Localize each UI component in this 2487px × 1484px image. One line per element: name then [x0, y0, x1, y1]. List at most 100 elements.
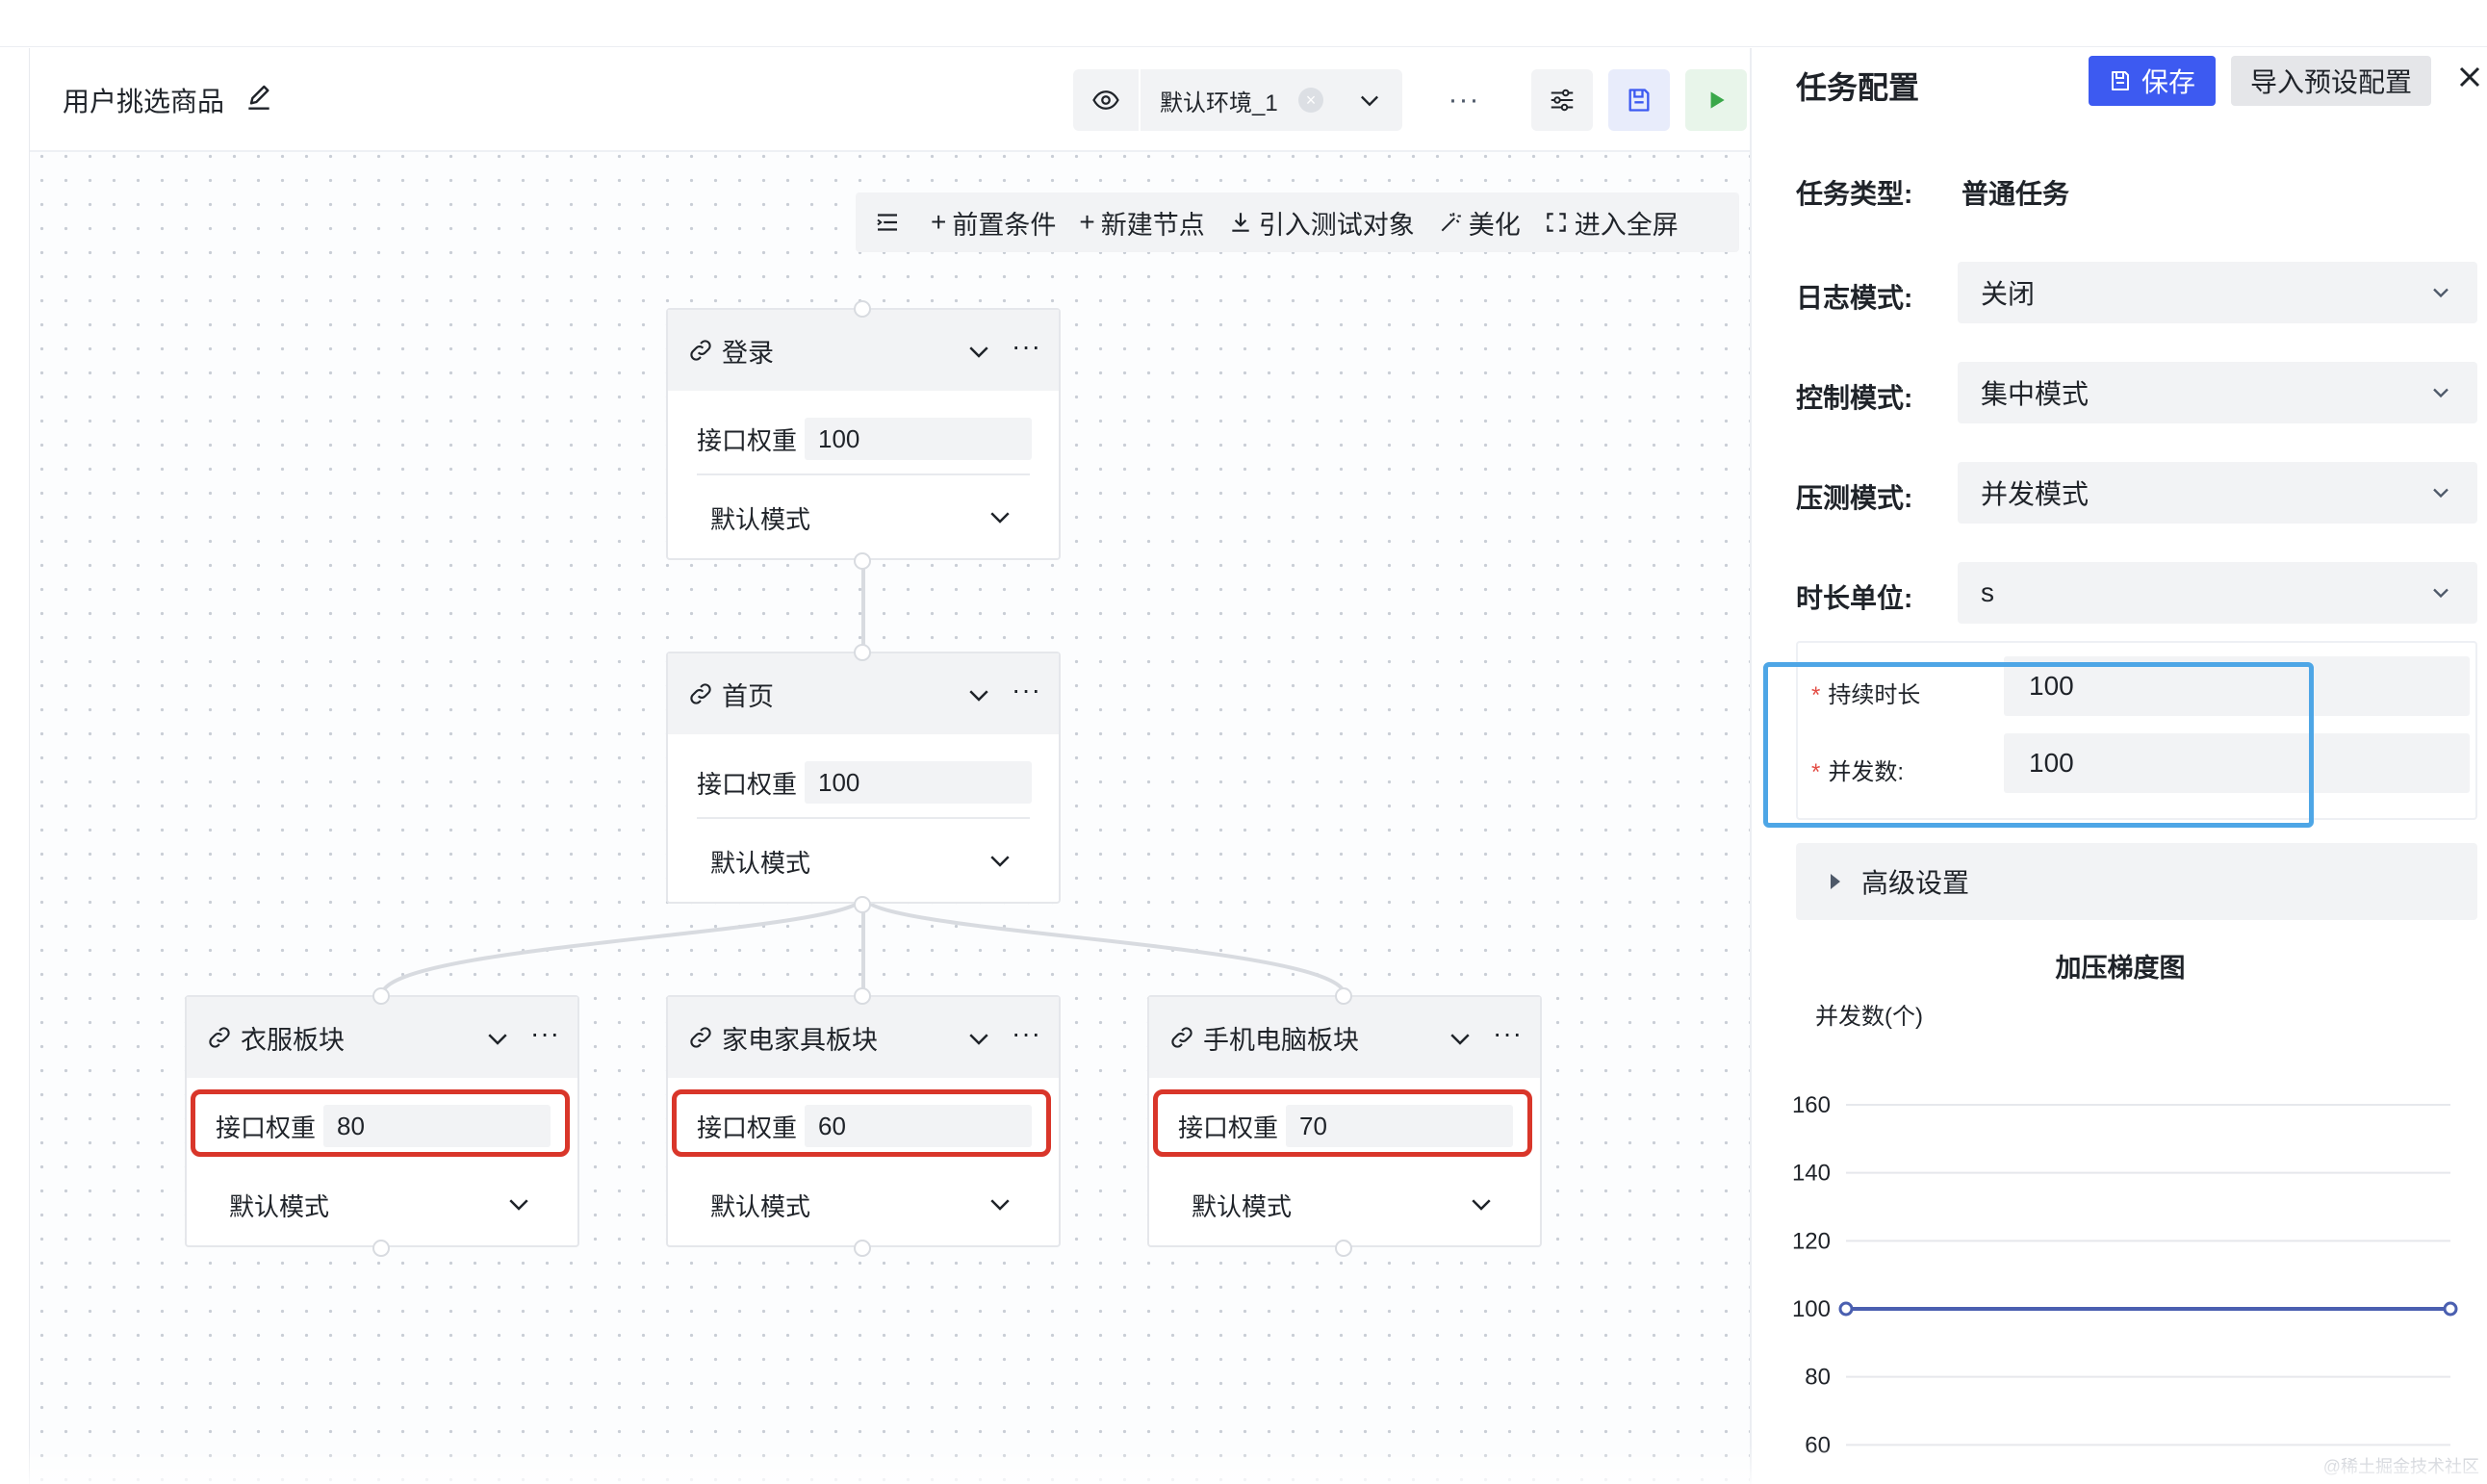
input-port[interactable]	[372, 987, 390, 1005]
chevron-down-icon[interactable]	[964, 337, 993, 366]
output-port[interactable]	[854, 896, 871, 913]
editor-header: 用户挑选商品 默认环境_1 × ···	[30, 48, 1751, 152]
y-tick-label: 80	[1805, 1365, 1831, 1391]
import-test-object-button[interactable]: 引入测试对象	[1228, 204, 1415, 242]
chevron-down-icon[interactable]	[986, 846, 1014, 875]
advanced-settings-label: 高级设置	[1861, 868, 1970, 898]
more-icon[interactable]: ···	[1012, 331, 1041, 362]
control-mode-select[interactable]: 集中模式	[1958, 362, 2477, 423]
mode-select[interactable]: 默认模式	[229, 1188, 329, 1223]
data-point[interactable]	[2443, 1301, 2458, 1317]
fullscreen-button[interactable]: 进入全屏	[1544, 204, 1679, 242]
node-header: 登录 ···	[668, 310, 1059, 391]
mode-select[interactable]: 默认模式	[710, 1188, 810, 1223]
duration-unit-select[interactable]: s	[1958, 562, 2477, 624]
y-tick-label: 160	[1792, 1092, 1831, 1118]
save-icon	[1628, 89, 1650, 112]
flow-editor-canvas[interactable]: 用户挑选商品 默认环境_1 × ··· + 前置条件 + 新建节点 引入测试对象…	[29, 48, 1751, 1484]
fullscreen-label: 进入全屏	[1574, 210, 1679, 240]
chevron-down-icon[interactable]	[1467, 1190, 1496, 1218]
chevron-down-icon[interactable]	[1446, 1024, 1474, 1053]
import-preset-button[interactable]: 导入预设配置	[2231, 56, 2431, 106]
input-port[interactable]	[854, 300, 871, 318]
advanced-settings-toggle[interactable]: 高级设置	[1796, 843, 2477, 920]
output-port[interactable]	[1335, 1240, 1352, 1257]
weight-input[interactable]: 100	[805, 761, 1033, 804]
output-port[interactable]	[854, 552, 871, 570]
params-highlight-box	[1763, 662, 2314, 828]
chevron-down-icon	[2433, 488, 2449, 499]
stress-mode-select[interactable]: 并发模式	[1958, 462, 2477, 524]
weight-input[interactable]: 100	[805, 418, 1033, 460]
environment-select[interactable]: 默认环境_1 ×	[1141, 69, 1402, 131]
input-port[interactable]	[1335, 987, 1352, 1005]
run-button[interactable]	[1685, 69, 1747, 131]
duration-unit-label: 时长单位:	[1796, 583, 1913, 613]
mode-select[interactable]: 默认模式	[710, 844, 810, 880]
chevron-down-icon[interactable]	[504, 1190, 533, 1218]
input-port[interactable]	[854, 987, 871, 1005]
beautify-label: 美化	[1468, 210, 1521, 240]
link-icon	[1171, 1027, 1192, 1048]
magic-wand-icon	[1441, 213, 1461, 232]
mode-select[interactable]: 默认模式	[710, 500, 810, 536]
flow-node-electronics[interactable]: 手机电脑板块 ··· 接口权重 70 默认模式	[1147, 987, 1542, 1257]
y-tick-label: 120	[1792, 1228, 1831, 1254]
flow-node-login[interactable]: 登录 ··· 接口权重 100 默认模式	[666, 300, 1061, 570]
chevron-down-icon[interactable]	[986, 502, 1014, 531]
link-icon	[690, 683, 711, 704]
environment-value: 默认环境_1	[1160, 90, 1278, 116]
new-node-button[interactable]: + 新建节点	[1079, 204, 1204, 242]
clear-icon[interactable]: ×	[1298, 88, 1323, 113]
beautify-button[interactable]: 美化	[1438, 204, 1521, 242]
output-port[interactable]	[372, 1240, 390, 1257]
chart-title: 加压梯度图	[2055, 954, 2186, 983]
output-port[interactable]	[854, 1240, 871, 1257]
close-icon[interactable]	[2452, 60, 2487, 94]
node-header: 手机电脑板块 ···	[1149, 997, 1540, 1078]
log-mode-select[interactable]: 关闭	[1958, 262, 2477, 323]
mode-select[interactable]: 默认模式	[1192, 1188, 1292, 1223]
menu-icon[interactable]	[873, 208, 902, 237]
y-tick-label: 100	[1792, 1296, 1831, 1322]
precondition-label: 前置条件	[952, 210, 1057, 240]
watermark: @稀土掘金技术社区	[2322, 1457, 2479, 1476]
save-button[interactable]	[1608, 69, 1670, 131]
stress-mode-value: 并发模式	[1981, 479, 2090, 509]
link-icon	[209, 1027, 230, 1048]
eye-icon[interactable]	[1073, 69, 1141, 131]
data-point[interactable]	[1838, 1301, 1854, 1317]
top-strip	[0, 0, 2487, 47]
weight-highlight-box	[191, 1089, 570, 1157]
chevron-down-icon	[2433, 588, 2449, 599]
flow-node-home[interactable]: 首页 ··· 接口权重 100 默认模式	[666, 644, 1061, 913]
pressure-gradient-chart: 1601401201008060400100	[1792, 1092, 2458, 1458]
control-mode-value: 集中模式	[1981, 379, 2090, 409]
config-save-button[interactable]: 保存	[2089, 56, 2216, 106]
chevron-down-icon	[1361, 95, 1378, 107]
task-type-value: 普通任务	[1961, 179, 2070, 209]
more-icon[interactable]: ···	[1493, 1018, 1523, 1049]
chevron-down-icon[interactable]	[483, 1024, 512, 1053]
flow-node-clothing[interactable]: 衣服板块 ··· 接口权重 80 默认模式	[185, 987, 579, 1257]
node-title: 首页	[722, 681, 774, 711]
chevron-down-icon[interactable]	[964, 1024, 993, 1053]
divider	[697, 817, 1030, 819]
play-icon	[1710, 91, 1725, 109]
y-tick-label: 60	[1805, 1432, 1831, 1458]
precondition-button[interactable]: + 前置条件	[931, 204, 1056, 242]
edit-icon[interactable]	[244, 83, 274, 114]
more-icon[interactable]: ···	[530, 1018, 560, 1049]
input-port[interactable]	[854, 644, 871, 661]
more-icon[interactable]: ···	[1012, 1018, 1041, 1049]
more-icon[interactable]: ···	[1433, 69, 1495, 131]
chevron-down-icon[interactable]	[964, 680, 993, 709]
more-icon[interactable]: ···	[1012, 675, 1041, 705]
weight-row: 接口权重 100	[697, 418, 1033, 460]
chevron-down-icon[interactable]	[986, 1190, 1014, 1218]
plus-icon: +	[1079, 207, 1095, 237]
settings-button[interactable]	[1531, 69, 1593, 131]
node-header: 衣服板块 ···	[187, 997, 577, 1078]
flow-node-appliances[interactable]: 家电家具板块 ··· 接口权重 60 默认模式	[666, 987, 1061, 1257]
environment-group: 默认环境_1 ×	[1073, 69, 1402, 131]
